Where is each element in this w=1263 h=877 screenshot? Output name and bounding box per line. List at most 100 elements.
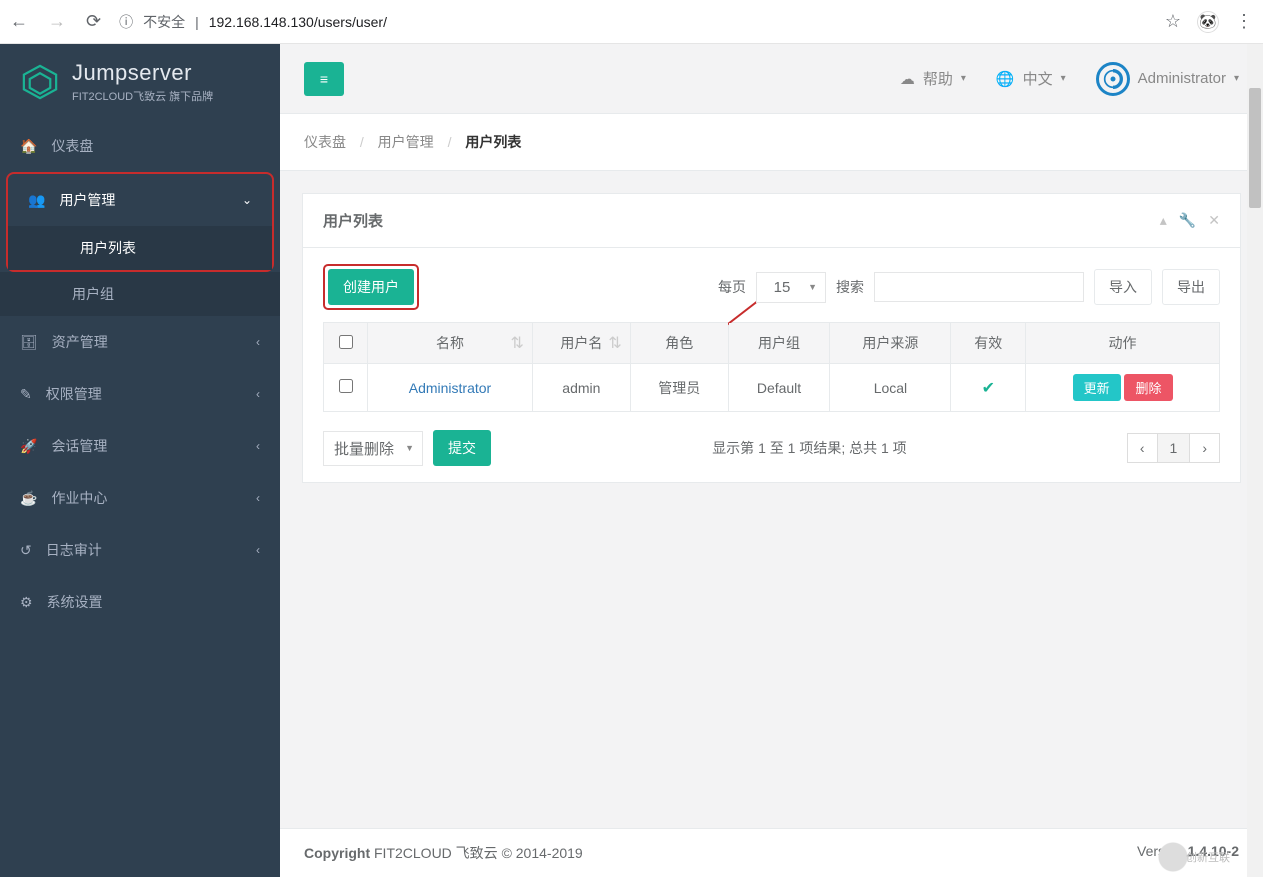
footer: Copyright FIT2CLOUD 飞致云 © 2014-2019 Vers…	[280, 828, 1263, 877]
back-icon[interactable]: ←	[10, 11, 28, 32]
wrench-icon[interactable]: 🔧	[1179, 212, 1196, 229]
sidebar-item-audit[interactable]: ↺ 日志审计 ‹	[0, 524, 280, 576]
breadcrumb-sep: /	[448, 134, 452, 150]
info-icon[interactable]: ⓘ	[119, 12, 133, 32]
check-icon: ✔	[982, 380, 995, 397]
dashboard-icon: 🏠	[20, 138, 37, 155]
chevron-left-icon: ‹	[256, 387, 260, 401]
language-link[interactable]: 🌐 中文 ▾	[996, 68, 1066, 89]
sidebar-item-asset-mgmt[interactable]: 🗄 资产管理 ‹	[0, 316, 280, 368]
sidebar-item-label: 用户管理	[59, 190, 115, 210]
star-icon[interactable]: ☆	[1165, 11, 1181, 32]
caret-down-icon: ▾	[961, 73, 966, 84]
sidebar-subitem-user-group[interactable]: 用户组	[0, 272, 280, 316]
users-icon: 👥	[28, 192, 45, 209]
separator: |	[195, 14, 199, 30]
highlight-annotation: 👥 用户管理 ⌄ 用户列表	[6, 172, 274, 272]
breadcrumb-current: 用户列表	[465, 134, 521, 150]
help-link[interactable]: ☁ 帮助 ▾	[900, 68, 966, 89]
row-checkbox[interactable]	[339, 379, 353, 393]
sidebar-item-session-mgmt[interactable]: 🚀 会话管理 ‹	[0, 420, 280, 472]
search-input[interactable]	[874, 272, 1084, 302]
asset-icon: 🗄	[20, 334, 38, 351]
search-label: 搜索	[836, 277, 864, 297]
caret-down-icon: ▾	[1061, 73, 1066, 84]
sidebar-item-label: 资产管理	[52, 332, 108, 352]
user-label: Administrator	[1138, 70, 1226, 87]
sidebar-item-label: 仪表盘	[51, 136, 93, 156]
url-text[interactable]: 192.168.148.130/users/user/	[209, 14, 387, 30]
th-username[interactable]: 用户名⇅	[532, 323, 630, 364]
sidebar-item-user-mgmt[interactable]: 👥 用户管理 ⌄	[8, 174, 272, 226]
th-name[interactable]: 名称⇅	[368, 323, 533, 364]
sidebar-subitem-user-list[interactable]: 用户列表	[8, 226, 272, 270]
sidebar-item-perm-mgmt[interactable]: ✎ 权限管理 ‹	[0, 368, 280, 420]
per-page-select[interactable]: 15	[756, 272, 826, 303]
chevron-left-icon: ‹	[256, 491, 260, 505]
sidebar-toggle-button[interactable]: ≡	[304, 62, 344, 96]
submit-button[interactable]: 提交	[433, 430, 491, 466]
hamburger-icon: ≡	[320, 71, 328, 87]
create-user-button[interactable]: 创建用户	[328, 269, 414, 305]
close-icon[interactable]: ✕	[1208, 212, 1220, 229]
browser-bar: ← → ⟳ ⓘ 不安全 | 192.168.148.130/users/user…	[0, 0, 1263, 44]
cell-source: Local	[830, 364, 951, 412]
sidebar-item-label: 日志审计	[46, 540, 102, 560]
security-label: 不安全	[143, 12, 185, 32]
chevron-down-icon: ⌄	[242, 193, 252, 207]
page-next[interactable]: ›	[1189, 433, 1220, 463]
help-icon: ☁	[900, 70, 915, 88]
th-role: 角色	[630, 323, 728, 364]
sidebar-item-job-center[interactable]: ☕ 作业中心 ‹	[0, 472, 280, 524]
caret-down-icon: ▾	[1234, 73, 1239, 84]
th-valid: 有效	[951, 323, 1026, 364]
batch-action-select[interactable]: 批量删除	[323, 431, 423, 466]
panel-title: 用户列表	[323, 210, 383, 231]
table-info: 显示第 1 至 1 项结果; 总共 1 项	[501, 438, 1118, 458]
page-number[interactable]: 1	[1157, 433, 1191, 463]
copyright-label: Copyright	[304, 845, 370, 861]
menu-icon[interactable]: ⋮	[1235, 11, 1253, 32]
sort-icon: ⇅	[511, 333, 524, 353]
update-button[interactable]: 更新	[1073, 374, 1121, 401]
page-prev[interactable]: ‹	[1127, 433, 1158, 463]
avatar	[1096, 62, 1130, 96]
th-source: 用户来源	[830, 323, 951, 364]
select-all-checkbox[interactable]	[339, 335, 353, 349]
session-icon: 🚀	[20, 438, 37, 455]
logo-icon	[18, 60, 62, 104]
user-list-panel: 用户列表 ▴ 🔧 ✕ 创建用户 每页 15	[302, 193, 1241, 483]
chevron-left-icon: ‹	[256, 439, 260, 453]
gear-icon: ⚙	[20, 594, 33, 611]
sidebar-item-label: 权限管理	[46, 384, 102, 404]
user-table: 名称⇅ 用户名⇅ 角色 用户组 用户来源 有效 动作	[323, 322, 1220, 412]
user-menu[interactable]: Administrator ▾	[1096, 62, 1239, 96]
job-icon: ☕	[20, 490, 37, 507]
brand-subtitle: FIT2CLOUD飞致云 旗下品牌	[72, 88, 213, 104]
collapse-icon[interactable]: ▴	[1160, 212, 1167, 229]
export-button[interactable]: 导出	[1162, 269, 1220, 305]
create-highlight-annotation: 创建用户	[323, 264, 419, 310]
chevron-left-icon: ‹	[256, 335, 260, 349]
import-button[interactable]: 导入	[1094, 269, 1152, 305]
audit-icon: ↺	[20, 542, 32, 559]
th-action: 动作	[1026, 323, 1220, 364]
cell-valid: ✔	[951, 364, 1026, 412]
copyright-text: FIT2CLOUD 飞致云 © 2014-2019	[374, 845, 583, 861]
breadcrumb: 仪表盘 / 用户管理 / 用户列表	[280, 114, 1263, 171]
reload-icon[interactable]: ⟳	[86, 11, 101, 32]
sidebar-item-label: 会话管理	[51, 436, 107, 456]
breadcrumb-usermgmt[interactable]: 用户管理	[378, 134, 434, 150]
cell-role: 管理员	[630, 364, 728, 412]
per-page-label: 每页	[718, 277, 746, 297]
globe-icon: 🌐	[996, 70, 1015, 88]
sidebar-item-settings[interactable]: ⚙ 系统设置	[0, 576, 280, 628]
extension-icon[interactable]: 🐼	[1197, 11, 1219, 33]
th-group: 用户组	[728, 323, 830, 364]
lang-label: 中文	[1023, 68, 1053, 89]
forward-icon[interactable]: →	[48, 11, 66, 32]
breadcrumb-dashboard[interactable]: 仪表盘	[304, 134, 346, 150]
delete-button[interactable]: 删除	[1124, 374, 1172, 401]
sidebar-item-dashboard[interactable]: 🏠 仪表盘	[0, 120, 280, 172]
user-name-link[interactable]: Administrator	[409, 380, 491, 396]
